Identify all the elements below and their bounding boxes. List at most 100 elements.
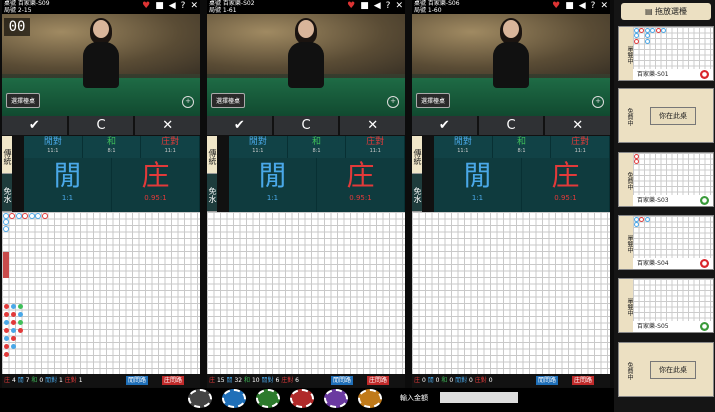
live-video: 選擇檯桌 + bbox=[207, 14, 405, 116]
settings-icon[interactable]: ♥ bbox=[552, 1, 560, 12]
close-icon[interactable]: ✕ bbox=[600, 1, 608, 12]
road-dot bbox=[11, 312, 16, 317]
table-card[interactable]: 單雙中 百家樂-S01 ● bbox=[618, 26, 714, 81]
bet-tie[interactable]: 和 8:1 bbox=[83, 136, 142, 158]
countdown-timer: 00 bbox=[4, 18, 30, 36]
help-icon[interactable]: ? bbox=[181, 1, 186, 12]
rebet-button[interactable]: C bbox=[273, 116, 339, 135]
zoom-icon[interactable]: + bbox=[182, 96, 194, 108]
close-icon[interactable]: ✕ bbox=[395, 1, 403, 12]
confirm-button[interactable]: ✔ bbox=[207, 116, 272, 135]
sound-icon[interactable]: ◀ bbox=[374, 1, 381, 12]
table-card[interactable]: 免費中 你在此桌 bbox=[618, 88, 714, 143]
table-panel-2: 桌號 百家樂-S02 局號 1-61 ♥ ■ ◀ ? ✕ 選擇檯桌 + ✔ C … bbox=[207, 0, 405, 388]
video-icon[interactable]: ■ bbox=[565, 1, 574, 12]
bet-player[interactable]: 閒 1:1 bbox=[434, 158, 522, 212]
bet-player[interactable]: 閒 1:1 bbox=[24, 158, 112, 212]
bet-banker[interactable]: 庄 0.95:1 bbox=[522, 158, 610, 212]
close-icon[interactable]: ✕ bbox=[190, 1, 198, 12]
settings-icon[interactable]: ♥ bbox=[142, 1, 150, 12]
chip-5[interactable] bbox=[324, 389, 348, 408]
tab-traditional[interactable]: 傳統 bbox=[2, 136, 12, 174]
amount-input[interactable] bbox=[440, 392, 518, 403]
tab-no-commission[interactable]: 免水 bbox=[2, 174, 12, 212]
ask-player-button[interactable]: 閒問路 bbox=[331, 376, 354, 385]
chip-6[interactable] bbox=[358, 389, 382, 408]
sound-icon[interactable]: ◀ bbox=[579, 1, 586, 12]
round-number: 局號 2-15 bbox=[4, 7, 32, 14]
tab-no-commission[interactable]: 免水 bbox=[207, 174, 217, 212]
sound-icon[interactable]: ◀ bbox=[169, 1, 176, 12]
table-panel-3: 桌號 百家樂-S06 局號 1-60 ♥ ■ ◀ ? ✕ 選擇檯桌 + ✔ C … bbox=[412, 0, 610, 388]
bet-banker-pair[interactable]: 庄對 11:1 bbox=[346, 136, 405, 158]
tab-traditional[interactable]: 傳統 bbox=[412, 136, 422, 174]
drag-select-header[interactable]: ▤ 拖放選檯 bbox=[621, 3, 711, 20]
table-number: 桌號 百家樂-S06 bbox=[414, 0, 460, 7]
rebet-button[interactable]: C bbox=[68, 116, 134, 135]
bet-actions: ✔ C ✕ bbox=[2, 116, 200, 135]
bet-banker-pair[interactable]: 庄對 11:1 bbox=[141, 136, 200, 158]
table-list-sidebar: ▤ 拖放選檯 單雙中 百家樂-S01 ● 免費中 你在此桌 免費中 百家樂-S0… bbox=[614, 0, 715, 412]
ask-banker-button[interactable]: 庄問路 bbox=[572, 376, 595, 385]
ask-player-button[interactable]: 閒問路 bbox=[126, 376, 149, 385]
road-dot bbox=[11, 344, 16, 349]
road-dot bbox=[4, 328, 9, 333]
chip-1[interactable] bbox=[188, 389, 212, 408]
video-icon[interactable]: ■ bbox=[155, 1, 164, 12]
road-dot bbox=[4, 352, 9, 357]
table-card[interactable]: 免費中 百家樂-S03 ● bbox=[618, 152, 714, 207]
stats-bar: 庄 15 閒 32 和 10 閒對 6 庄對 6 閒問路 庄問路 bbox=[207, 374, 405, 387]
confirm-button[interactable]: ✔ bbox=[412, 116, 477, 135]
table-card[interactable]: 單雙中 百家樂-S04 ● bbox=[618, 215, 714, 270]
bet-banker[interactable]: 庄 0.95:1 bbox=[112, 158, 200, 212]
table-panel-1: 桌號 百家樂-S09 局號 2-15 ♥ ■ ◀ ? ✕ 00 選擇檯桌 + ✔… bbox=[2, 0, 200, 388]
road-dot bbox=[18, 328, 23, 333]
bet-banker-pair[interactable]: 庄對 11:1 bbox=[551, 136, 610, 158]
chip-2[interactable] bbox=[222, 389, 246, 408]
select-table-button[interactable]: 選擇檯桌 bbox=[211, 93, 246, 108]
bet-tie[interactable]: 和 8:1 bbox=[288, 136, 347, 158]
road-dot bbox=[4, 304, 9, 309]
ask-banker-button[interactable]: 庄問路 bbox=[367, 376, 390, 385]
live-video: 00 選擇檯桌 + bbox=[2, 14, 200, 116]
bet-player-pair[interactable]: 閒對 11:1 bbox=[434, 136, 493, 158]
ask-player-button[interactable]: 閒問路 bbox=[536, 376, 559, 385]
chip-3[interactable] bbox=[256, 389, 280, 408]
help-icon[interactable]: ? bbox=[591, 1, 596, 12]
help-icon[interactable]: ? bbox=[386, 1, 391, 12]
round-number: 局號 1-61 bbox=[209, 7, 237, 14]
confirm-button[interactable]: ✔ bbox=[2, 116, 67, 135]
dealer bbox=[491, 18, 531, 90]
road-dot bbox=[11, 328, 16, 333]
zoom-icon[interactable]: + bbox=[387, 96, 399, 108]
select-table-button[interactable]: 選擇檯桌 bbox=[416, 93, 451, 108]
rebet-button[interactable]: C bbox=[478, 116, 544, 135]
roadmap-grid bbox=[2, 212, 200, 374]
bet-player-pair[interactable]: 閒對 11:1 bbox=[229, 136, 288, 158]
tab-traditional[interactable]: 傳統 bbox=[207, 136, 217, 174]
bet-area: 傳統 免水 閒對 11:1 和 8:1 庄對 11:1 閒 1:1 庄 0.95:1 bbox=[207, 136, 405, 212]
table-info-bar: 桌號 百家樂-S02 局號 1-61 ♥ ■ ◀ ? ✕ bbox=[207, 0, 405, 14]
tab-no-commission[interactable]: 免水 bbox=[412, 174, 422, 212]
round-number: 局號 1-60 bbox=[414, 7, 442, 14]
chip-4[interactable] bbox=[290, 389, 314, 408]
video-icon[interactable]: ■ bbox=[360, 1, 369, 12]
bet-player-pair[interactable]: 閒對 11:1 bbox=[24, 136, 83, 158]
cancel-button[interactable]: ✕ bbox=[545, 116, 610, 135]
settings-icon[interactable]: ♥ bbox=[347, 1, 355, 12]
select-table-button[interactable]: 選擇檯桌 bbox=[6, 93, 41, 108]
bet-banker[interactable]: 庄 0.95:1 bbox=[317, 158, 405, 212]
table-number: 桌號 百家樂-S09 bbox=[4, 0, 50, 7]
bet-player[interactable]: 閒 1:1 bbox=[229, 158, 317, 212]
table-card[interactable]: 單雙中 百家樂-S05 ● bbox=[618, 278, 714, 333]
bet-tie[interactable]: 和 8:1 bbox=[493, 136, 552, 158]
stats-bar: 庄 4 閒 7 和 0 閒對 1 庄對 1 閒問路 庄問路 bbox=[2, 374, 200, 387]
zoom-icon[interactable]: + bbox=[592, 96, 604, 108]
cancel-button[interactable]: ✕ bbox=[340, 116, 405, 135]
cancel-button[interactable]: ✕ bbox=[135, 116, 200, 135]
ask-banker-button[interactable]: 庄問路 bbox=[162, 376, 185, 385]
road-dot bbox=[11, 304, 16, 309]
table-card[interactable]: 免費中 你在此桌 bbox=[618, 342, 714, 397]
road-dot bbox=[4, 312, 9, 317]
dealer bbox=[286, 18, 326, 90]
